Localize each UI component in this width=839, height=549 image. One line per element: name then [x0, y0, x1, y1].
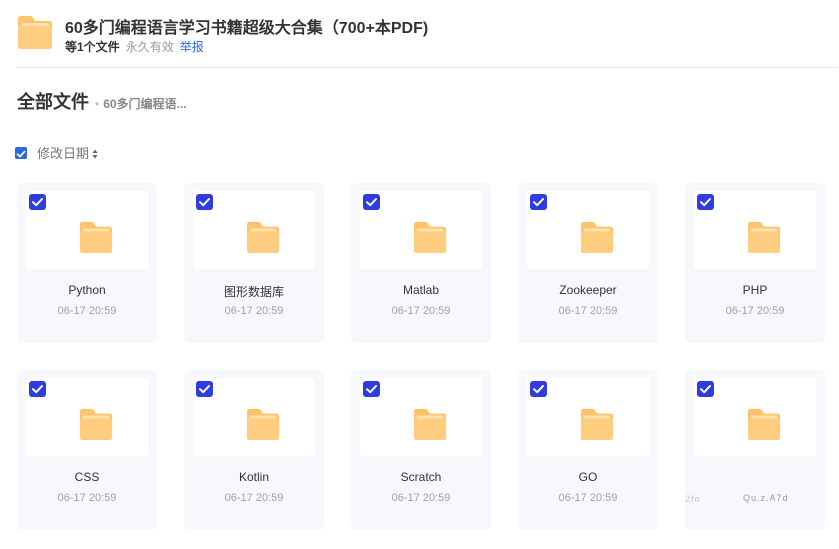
folder-date: 06-17 20:59 [391, 305, 451, 317]
folder-icon [246, 221, 280, 254]
check-icon [366, 385, 377, 394]
folder-icon [246, 408, 280, 441]
card-checkbox[interactable] [29, 194, 46, 210]
card-checkbox[interactable] [697, 194, 714, 210]
folder-name: Scratch [400, 470, 442, 484]
folder-date: 06-17 20:59 [725, 305, 785, 317]
sort-bar: 修改日期 [15, 143, 98, 162]
card-checkbox[interactable] [363, 381, 380, 397]
folder-name: Zookeeper [559, 283, 617, 297]
folder-card[interactable]: Kotlin 06-17 20:59 [184, 370, 324, 530]
folder-name: PHP [742, 283, 768, 297]
check-icon [700, 385, 711, 394]
card-checkbox[interactable] [363, 194, 380, 210]
folder-card[interactable]: Matlab 06-17 20:59 [351, 183, 491, 343]
validity-label: 永久有效 [125, 40, 174, 54]
select-all-checkbox[interactable] [15, 146, 27, 159]
check-icon [366, 198, 377, 207]
report-link[interactable]: 举报 [180, 40, 204, 54]
folder-card[interactable]: PHP 06-17 20:59 [685, 183, 825, 343]
folder-date: 06-17 20:59 [224, 492, 284, 504]
file-count: 等1个文件 [65, 40, 120, 54]
folder-card[interactable]: 2fo Qu.z.A7d [685, 370, 825, 530]
folder-card[interactable]: 图形数据库 06-17 20:59 [184, 183, 324, 343]
share-meta: 等1个文件 永久有效 举报 [65, 38, 204, 55]
breadcrumb: 全部文件 • 60多门编程语... [17, 88, 187, 114]
folder-card[interactable]: CSS 06-17 20:59 [17, 370, 157, 530]
folder-icon [79, 221, 113, 254]
folder-date: 06-17 20:59 [558, 492, 618, 504]
header-divider [16, 67, 837, 68]
obscured-text: Qu.z.A7d [743, 493, 789, 503]
folder-date: 06-17 20:59 [558, 305, 618, 317]
folder-name: Kotlin [238, 470, 270, 484]
folder-name: 图形数据库 [223, 285, 284, 299]
check-icon [533, 385, 544, 394]
folder-name: CSS [74, 470, 100, 484]
folder-icon [413, 221, 447, 254]
folder-icon [413, 408, 447, 441]
folder-icon [79, 408, 113, 441]
breadcrumb-separator-icon: • [95, 97, 100, 111]
sort-by-date[interactable]: 修改日期 [37, 143, 89, 162]
breadcrumb-current: 60多门编程语... [103, 97, 187, 111]
folder-icon [580, 221, 614, 254]
share-header: 60多门编程语言学习书籍超级大合集（700+本PDF) 等1个文件 永久有效 举报 [0, 0, 839, 68]
folder-date: 06-17 20:59 [224, 305, 284, 317]
card-checkbox[interactable] [196, 381, 213, 397]
check-icon [16, 150, 26, 157]
folder-date: 06-17 20:59 [57, 305, 117, 317]
share-title: 60多门编程语言学习书籍超级大合集（700+本PDF) [65, 20, 429, 37]
card-checkbox[interactable] [530, 381, 547, 397]
folder-date: 06-17 20:59 [57, 492, 117, 504]
check-icon [199, 198, 210, 207]
folder-icon [747, 221, 781, 254]
obscured-text: 2fo [685, 494, 701, 504]
check-icon [199, 385, 210, 394]
folder-icon [580, 408, 614, 441]
card-checkbox[interactable] [29, 381, 46, 397]
folder-name: Matlab [402, 283, 440, 297]
folder-icon [747, 408, 781, 441]
check-icon [700, 198, 711, 207]
card-checkbox[interactable] [530, 194, 547, 210]
folder-name: Python [68, 283, 106, 297]
card-checkbox[interactable] [196, 194, 213, 210]
folder-card[interactable]: Scratch 06-17 20:59 [351, 370, 491, 530]
folder-card[interactable]: Zookeeper 06-17 20:59 [518, 183, 658, 343]
sort-arrows-icon[interactable] [92, 149, 98, 159]
folder-card[interactable]: GO 06-17 20:59 [518, 370, 658, 530]
breadcrumb-root[interactable]: 全部文件 [17, 88, 89, 114]
check-icon [32, 385, 43, 394]
folder-date: 06-17 20:59 [391, 492, 451, 504]
folder-name: GO [578, 470, 598, 484]
check-icon [533, 198, 544, 207]
folder-icon [18, 16, 52, 49]
folder-card[interactable]: Python 06-17 20:59 [17, 183, 157, 343]
card-checkbox[interactable] [697, 381, 714, 397]
check-icon [32, 198, 43, 207]
